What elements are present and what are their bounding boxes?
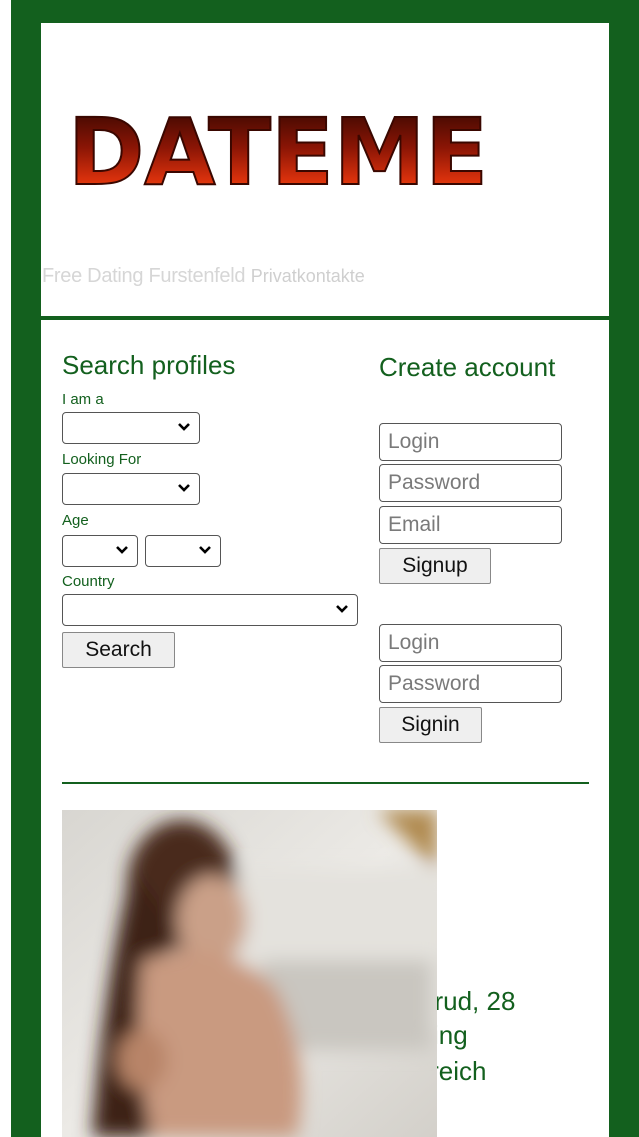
chevron-down-icon <box>178 484 190 492</box>
frame-edge <box>0 0 11 1137</box>
signup-email-field[interactable]: Email <box>379 506 562 544</box>
search-title: Search profiles <box>62 350 236 380</box>
signin-button[interactable]: Signin <box>379 707 482 743</box>
signin-login-field[interactable]: Login <box>379 624 562 662</box>
search-button[interactable]: Search <box>62 632 175 668</box>
age-from-select[interactable] <box>62 535 138 567</box>
signin-password-field[interactable]: Password <box>379 665 562 703</box>
tagline-sub: Privatkontakte <box>250 266 365 286</box>
signup-login-field[interactable]: Login <box>379 423 562 461</box>
chevron-down-icon <box>336 605 348 613</box>
chevron-down-icon <box>178 423 190 431</box>
section-divider <box>62 782 589 784</box>
chevron-down-icon <box>199 546 211 554</box>
frame-right <box>609 0 639 1137</box>
page: DATEME Free Dating Furstenfeld Privatkon… <box>0 0 639 1137</box>
frame-top <box>0 0 639 23</box>
signup-password-field[interactable]: Password <box>379 464 562 502</box>
header-divider <box>41 316 609 320</box>
signup-button[interactable]: Signup <box>379 548 491 584</box>
iam-label: I am a <box>62 391 104 408</box>
tagline: Free Dating Furstenfeld Privatkontakte <box>42 265 365 288</box>
looking-for-select[interactable] <box>62 473 200 505</box>
create-account-title: Create account <box>379 352 556 382</box>
country-label: Country <box>62 573 115 590</box>
country-select[interactable] <box>62 594 358 626</box>
age-label: Age <box>62 512 89 529</box>
chevron-down-icon <box>116 546 128 554</box>
age-to-select[interactable] <box>145 535 221 567</box>
iam-select[interactable] <box>62 412 200 444</box>
svg-text:DATEME: DATEME <box>68 99 488 196</box>
tagline-main: Free Dating Furstenfeld <box>42 265 246 287</box>
dateme-logo[interactable]: DATEME <box>64 96 494 196</box>
profile-photo[interactable] <box>62 810 437 1137</box>
looking-label: Looking For <box>62 451 142 468</box>
